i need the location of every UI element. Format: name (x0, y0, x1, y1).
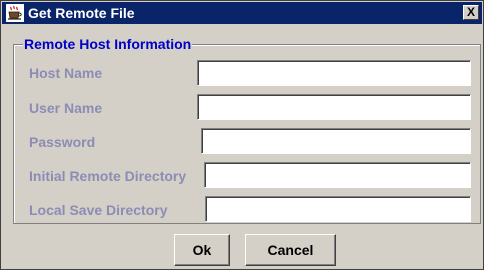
dialog-window: Get Remote File X Remote Host Informatio… (0, 0, 484, 270)
java-coffee-cup-icon (6, 4, 24, 22)
host-name-label: Host Name (29, 65, 103, 81)
initial-remote-directory-input[interactable] (204, 162, 471, 188)
group-title: Remote Host Information (23, 36, 193, 52)
user-name-input[interactable] (197, 94, 471, 120)
password-label: Password (29, 134, 96, 150)
title-bar[interactable]: Get Remote File X (2, 2, 482, 24)
host-name-input[interactable] (197, 60, 471, 86)
local-save-directory-input[interactable] (205, 196, 471, 222)
cancel-button[interactable]: Cancel (245, 234, 336, 266)
password-input[interactable] (201, 128, 471, 154)
close-button[interactable]: X (463, 5, 479, 20)
user-name-label: User Name (29, 100, 103, 116)
close-icon: X (466, 5, 475, 19)
ok-button[interactable]: Ok (174, 234, 230, 266)
local-save-directory-label: Local Save Directory (29, 202, 168, 218)
initial-remote-directory-label: Initial Remote Directory (29, 168, 187, 184)
window-title: Get Remote File (28, 5, 135, 21)
